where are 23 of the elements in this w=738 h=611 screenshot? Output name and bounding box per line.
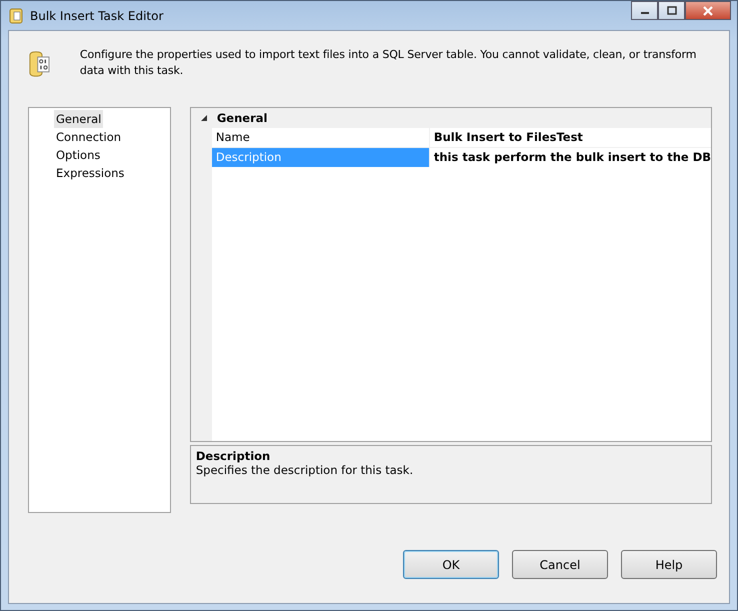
description-text: Configure the properties used to import text files into a SQL Server table. You cannot validate, clean, or transform data with this task. (80, 47, 698, 79)
task-icon (8, 8, 24, 24)
property-value[interactable]: Bulk Insert to FilesTest (430, 128, 583, 147)
minimize-button[interactable] (631, 1, 658, 20)
navigation-item[interactable]: Options (54, 146, 102, 164)
description-title: Description (196, 449, 272, 463)
navigation-item[interactable]: General (54, 110, 104, 128)
window-title: Bulk Insert Task Editor (30, 8, 164, 22)
dialog-button[interactable]: Cancel (512, 550, 608, 579)
description-help-text: Specifies the description for this task. (196, 463, 414, 477)
category-label: General (216, 110, 268, 124)
dialog-button[interactable]: Help (621, 550, 717, 579)
database-icon (29, 49, 50, 79)
dialog-button[interactable]: OK (403, 550, 499, 579)
maximize-icon (666, 6, 676, 15)
property-value[interactable]: this task perform the bulk insert to the DB (430, 148, 711, 167)
collapse-icon[interactable] (200, 114, 207, 120)
close-button[interactable] (685, 1, 731, 20)
close-icon (702, 6, 714, 16)
navigation-item[interactable]: Expressions (54, 164, 126, 182)
navigation-item[interactable]: Connection (54, 128, 124, 146)
property-name[interactable]: Name (212, 128, 430, 147)
maximize-button[interactable] (658, 1, 685, 20)
